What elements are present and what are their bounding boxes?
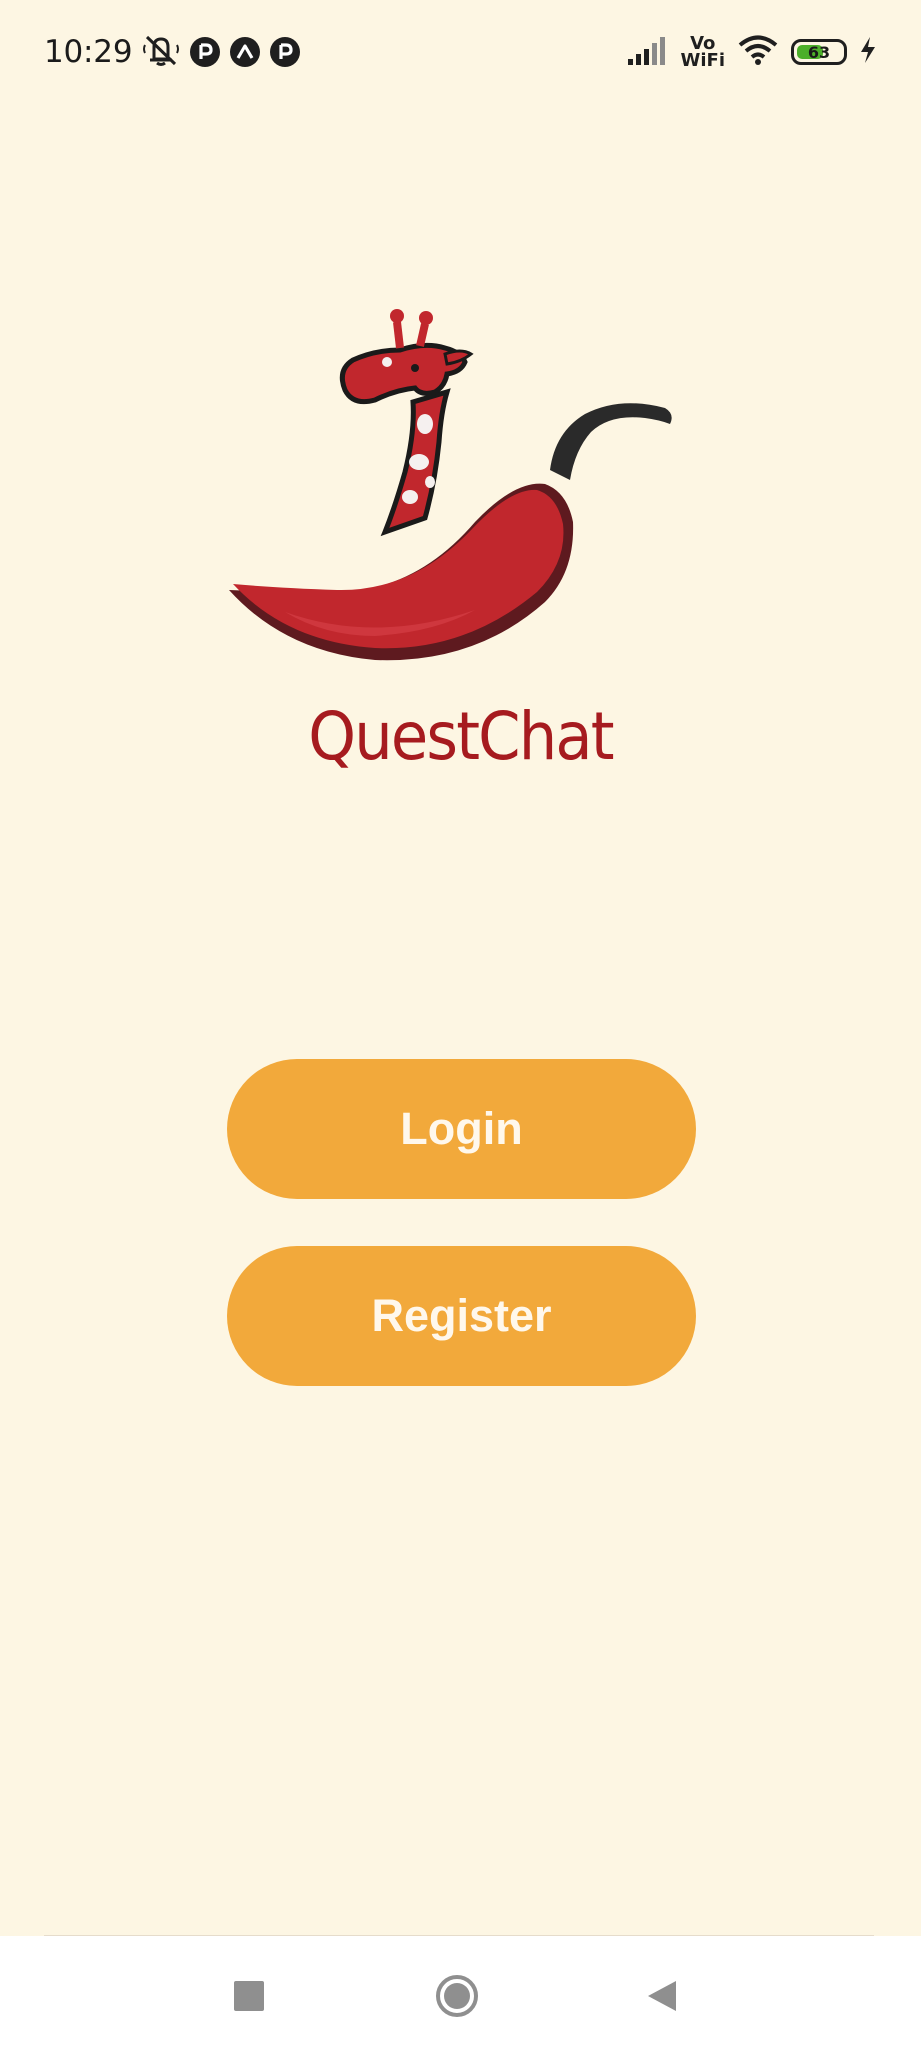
notification-p-icon (190, 37, 221, 67)
giraffe-chili-logo (225, 292, 685, 712)
charging-icon (859, 36, 877, 68)
status-time: 10:29 (44, 34, 133, 70)
battery-icon: 63 (791, 39, 847, 65)
notification-p-icon (270, 37, 301, 67)
signal-icon (627, 35, 669, 69)
back-icon[interactable] (632, 1966, 692, 2026)
navigation-bar (0, 1936, 921, 2048)
status-bar: 10:29 Vo WiFi 63 (0, 0, 921, 104)
mute-icon (142, 33, 180, 71)
home-icon[interactable] (427, 1966, 487, 2026)
notification-a-icon (230, 37, 261, 67)
recent-apps-icon[interactable] (219, 1966, 279, 2026)
register-button[interactable]: Register (227, 1246, 696, 1386)
login-button[interactable]: Login (227, 1059, 696, 1199)
vowifi-label: Vo WiFi (680, 33, 726, 71)
status-right: Vo WiFi 63 (627, 30, 878, 74)
wifi-icon (737, 34, 779, 70)
status-left: 10:29 (44, 30, 301, 74)
app-name: QuestChat (308, 698, 614, 775)
battery-level: 63 (807, 42, 831, 62)
